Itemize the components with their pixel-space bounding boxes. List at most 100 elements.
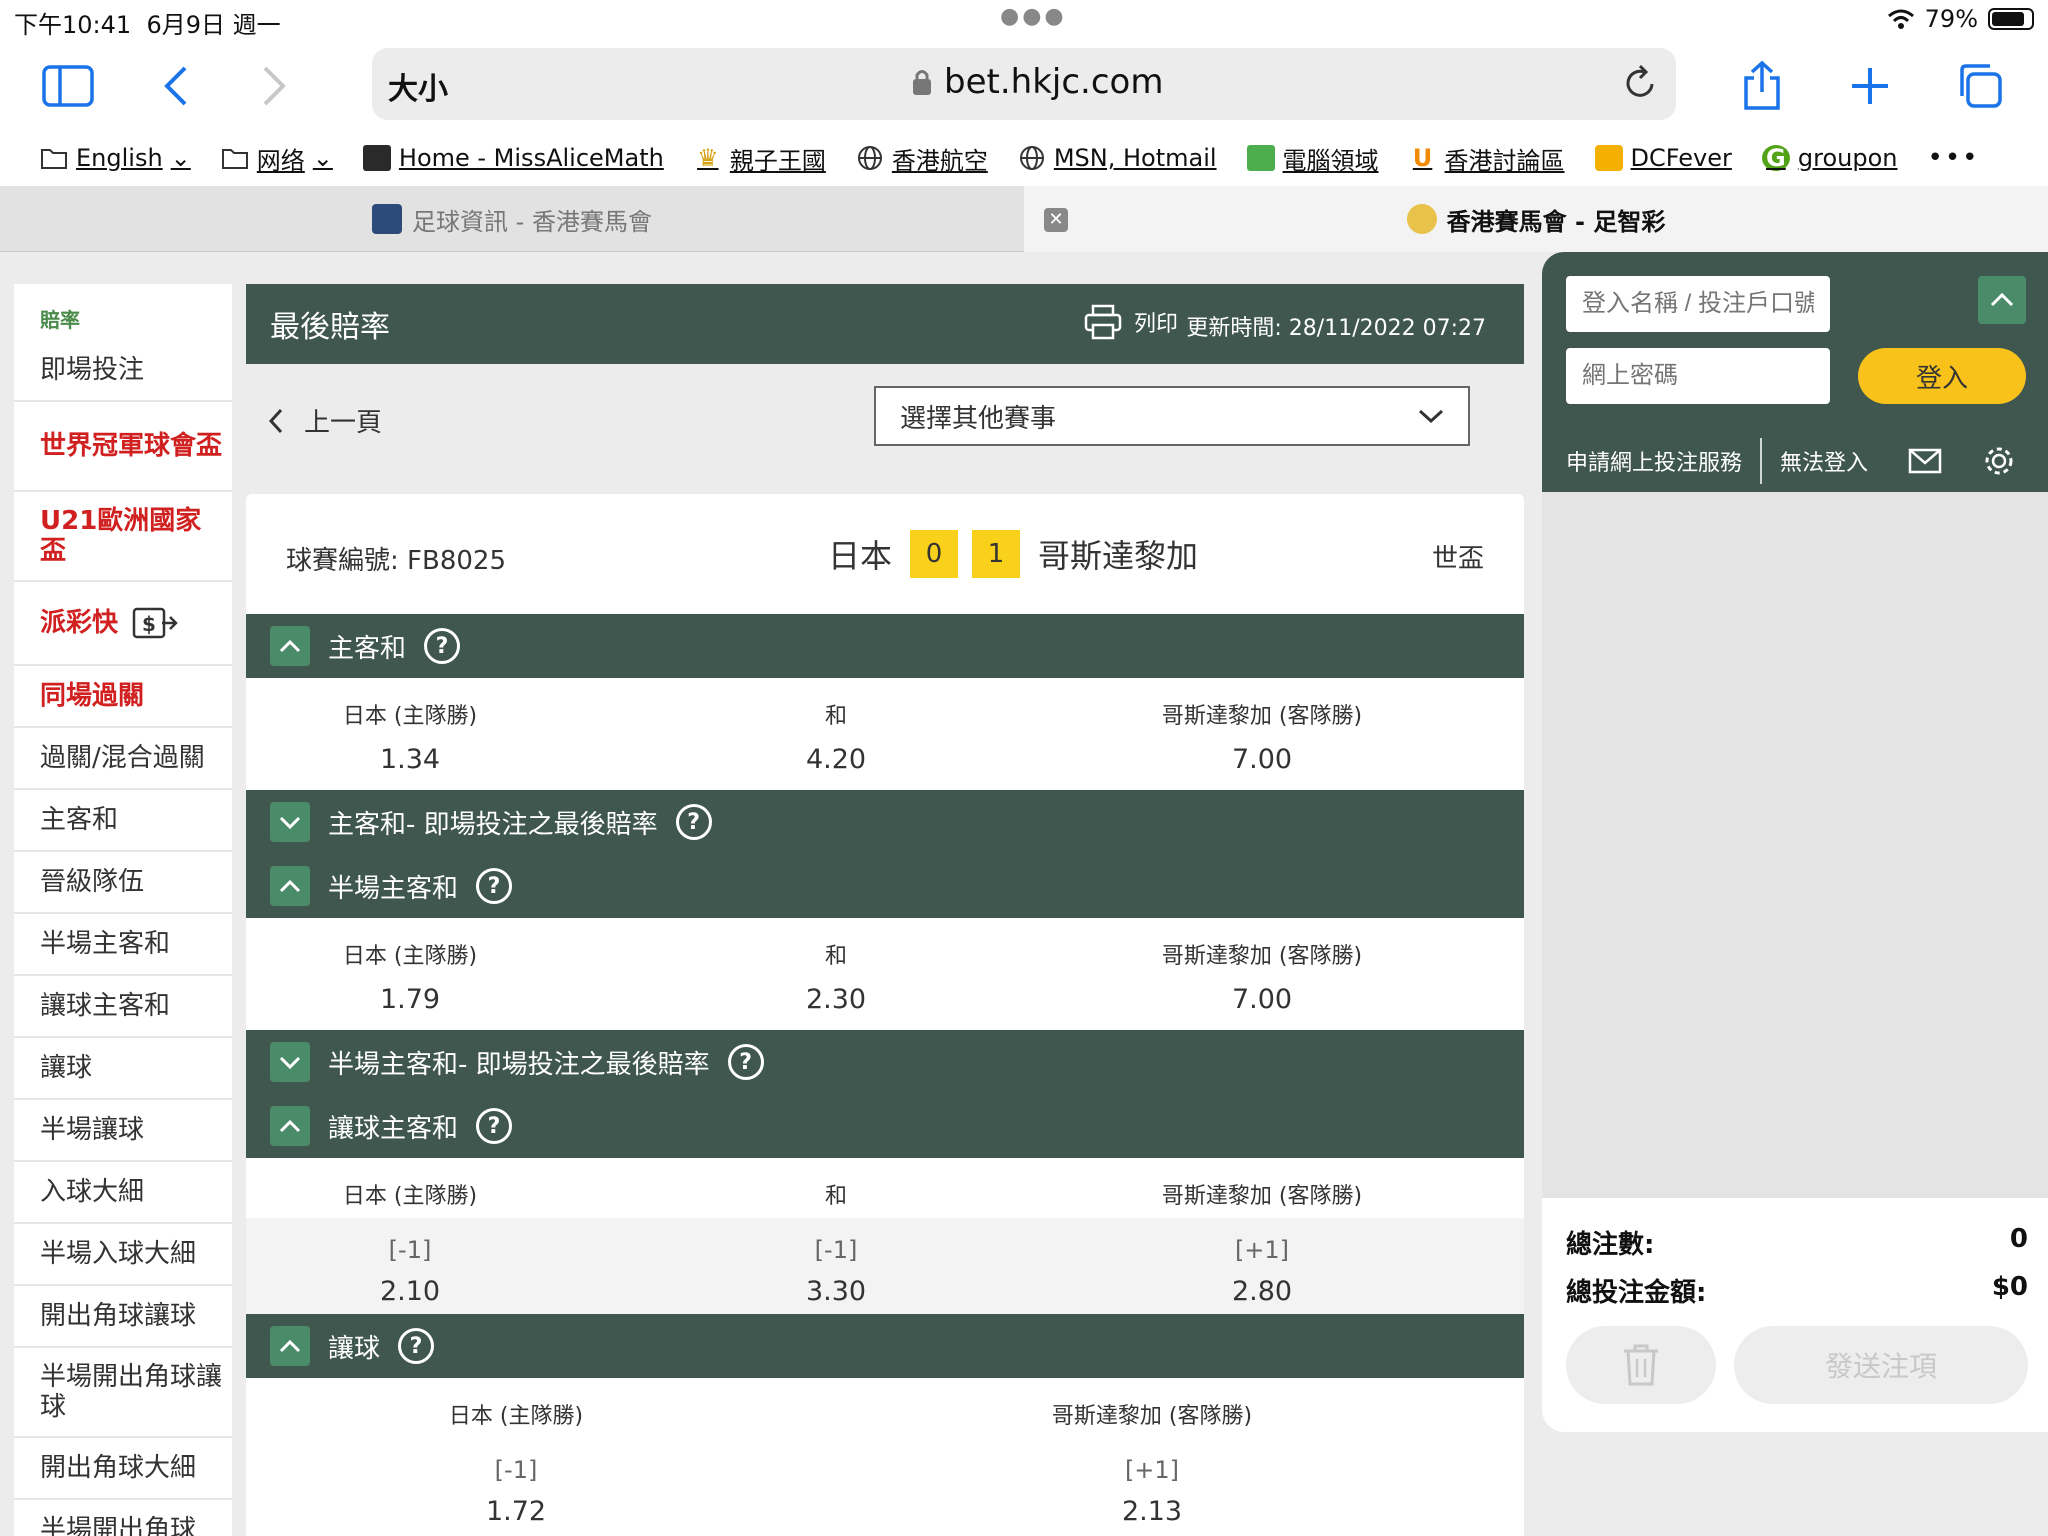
password-input[interactable] [1566,348,1830,404]
help-icon[interactable]: ? [398,1328,435,1364]
send-bet-button[interactable]: 發送注項 [1734,1326,2028,1404]
sidebar-item-to-qualify[interactable]: 晉級隊伍 [14,852,232,914]
section-hda-inplay[interactable]: 主客和- 即場投注之最後賠率 ? [246,790,1524,854]
odds-value[interactable]: 4.20 [686,744,986,775]
betslip-area [1542,492,2048,1198]
sidebar-item-inplay[interactable]: 即場投注 [14,340,232,402]
address-bar[interactable]: 大小 bet.hkjc.com [372,48,1676,120]
gear-icon[interactable] [1982,444,2016,478]
url-display[interactable]: bet.hkjc.com [912,62,1163,102]
globe-icon [856,145,884,171]
section-hda[interactable]: 主客和 ? [246,614,1524,678]
odds-value[interactable]: 1.79 [260,984,560,1015]
chevron-up-icon[interactable] [270,626,310,666]
close-tab-icon[interactable]: ✕ [1044,208,1068,232]
login-links: 申請網上投注服務 無法登入 [1566,438,2016,484]
help-icon[interactable]: ? [727,1044,764,1080]
bookmark-msn[interactable]: MSN, Hotmail [1018,144,1217,172]
sidebar-toggle-icon[interactable] [40,58,96,114]
away-team: 哥斯達黎加 [1038,537,1199,575]
section-handicap[interactable]: 讓球 ? [246,1314,1524,1378]
tab-football-info[interactable]: 足球資訊 - 香港賽馬會 [0,186,1024,252]
sidebar-item-hda[interactable]: 主客和 [14,790,232,852]
chevron-up-icon[interactable] [270,866,310,906]
bookmark-hk-airlines[interactable]: 香港航空 [856,141,988,176]
print-button[interactable]: 列印 [1084,304,1178,340]
section-first-half-hda[interactable]: 半場主客和 ? [246,854,1524,918]
chevron-up-icon[interactable] [270,1326,310,1366]
tab-hkjc-football[interactable]: 香港賽馬會 - 足智彩 [1024,186,2048,252]
sidebar-item-first-half-hilo[interactable]: 半場入球大細 [14,1224,232,1286]
match-selector[interactable]: 選擇其他賽事 [874,386,1470,446]
sidebar-item-allup[interactable]: 過關/混合過關 [14,728,232,790]
site-icon: G [1761,144,1790,172]
back-icon[interactable] [148,58,204,114]
section-first-half-hda-inplay[interactable]: 半場主客和- 即場投注之最後賠率 ? [246,1030,1524,1094]
odds-value[interactable]: 7.00 [1112,744,1412,775]
help-icon[interactable]: ? [424,628,461,664]
bookmark-dcfever[interactable]: DCFever [1594,144,1732,172]
odds-value[interactable]: 7.00 [1112,984,1412,1015]
bookmark-folder-english[interactable]: English ⌄ [40,144,191,172]
chevron-up-icon[interactable] [1978,276,2026,324]
reload-icon[interactable] [1622,64,1658,106]
odds-value[interactable]: 1.72 [366,1496,666,1527]
share-icon[interactable] [1734,58,1790,114]
help-icon[interactable]: ? [675,804,712,840]
chevron-down-icon[interactable] [270,802,310,842]
odds-value[interactable]: 2.10 [260,1276,560,1307]
odds-value[interactable]: 3.30 [686,1276,986,1307]
text-size-button[interactable]: 大小 [388,64,448,108]
odds-value[interactable]: 2.80 [1112,1276,1412,1307]
odds-value[interactable]: 2.13 [1002,1496,1302,1527]
sidebar-item-first-half-hda[interactable]: 半場主客和 [14,914,232,976]
forward-icon[interactable] [246,58,302,114]
multitask-dots[interactable]: ●●● [1000,4,1067,29]
delete-button[interactable] [1566,1326,1716,1404]
crown-icon: ♛ [697,144,719,172]
sidebar-item-first-half-corner-handicap[interactable]: 半場開出角球讓球 [14,1348,232,1438]
odds-value[interactable]: 2.30 [686,984,986,1015]
sidebar-item-handicap-hda[interactable]: 讓球主客和 [14,976,232,1038]
more-icon[interactable]: ••• [1928,143,1980,173]
tabs-overview-icon[interactable] [1952,58,2008,114]
back-link[interactable]: 上一頁 [268,402,382,439]
bookmark-folder-network[interactable]: 网络 ⌄ [221,141,333,176]
bookmark-missalicemath[interactable]: Home - MissAliceMath [362,144,664,172]
section-handicap-hda[interactable]: 讓球主客和 ? [246,1094,1524,1158]
status-right: 79% [1887,5,2034,33]
bookmark-parents-kingdom[interactable]: ♛ 親子王國 [694,141,826,176]
away-label: 哥斯達黎加 (客隊勝) [1161,944,1363,969]
sidebar-item-club-world-cup[interactable]: 世界冠軍球會盃 [14,402,232,492]
bookmark-groupon[interactable]: G groupon [1761,144,1898,172]
login-button[interactable]: 登入 [1858,348,2026,404]
sidebar-item-corner-hilo[interactable]: 開出角球大細 [14,1438,232,1500]
sidebar-item-hilo[interactable]: 入球大細 [14,1162,232,1224]
help-icon[interactable]: ? [476,1108,513,1144]
sidebar-item-first-half-handicap[interactable]: 半場讓球 [14,1100,232,1162]
hkjc-football-logo-icon [1406,204,1437,234]
sidebar-item-fast-payout[interactable]: 派彩快 $ [14,582,232,666]
apply-online-link[interactable]: 申請網上投注服務 [1566,445,1742,477]
sidebar-item-same-game-allup[interactable]: 同場過關 [14,666,232,728]
sidebar-item-handicap[interactable]: 讓球 [14,1038,232,1100]
bookmark-discuss-hk[interactable]: U 香港討論區 [1409,141,1565,176]
cash-payout-icon: $ [132,607,178,639]
login-panel: 登入 申請網上投注服務 無法登入 [1542,252,2048,492]
bookmark-pcmarket[interactable]: 電腦領域 [1246,141,1379,176]
sidebar-item-first-half-corner[interactable]: 半場開出角球 [14,1500,232,1536]
cannot-login-link[interactable]: 無法登入 [1780,445,1868,477]
sidebar-item-corner-handicap[interactable]: 開出角球讓球 [14,1286,232,1348]
chevron-down-icon[interactable] [270,1042,310,1082]
sidebar-item-u21-euro[interactable]: U21歐洲國家盃 [14,492,232,582]
folder-icon [221,145,249,171]
mail-icon[interactable] [1908,448,1942,474]
odds-value[interactable]: 1.34 [260,744,560,775]
chevron-up-icon[interactable] [270,1106,310,1146]
draw-label: 和 [824,704,847,729]
new-tab-icon[interactable] [1842,58,1898,114]
home-label: 日本 (主隊勝) [342,944,478,969]
site-icon [1594,145,1623,171]
username-input[interactable] [1566,276,1830,332]
help-icon[interactable]: ? [476,868,513,904]
